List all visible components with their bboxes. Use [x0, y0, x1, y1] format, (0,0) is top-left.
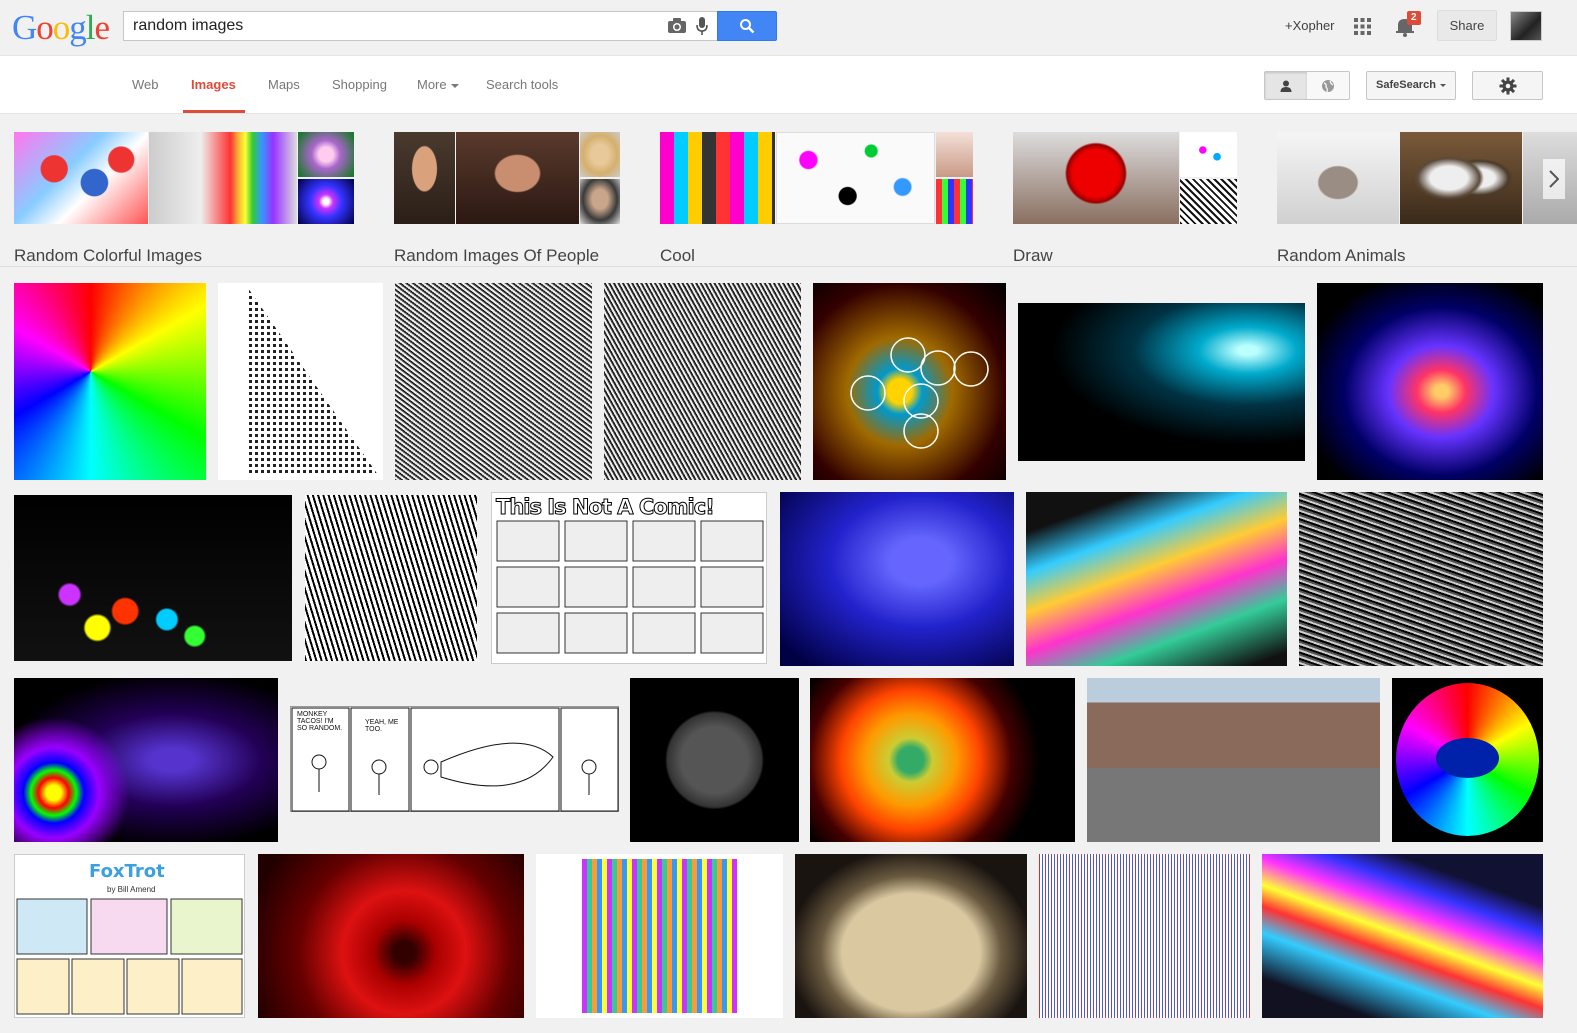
pixel-noise-image	[582, 859, 737, 1013]
image-result[interactable]	[1039, 854, 1250, 1018]
notification-count-badge: 2	[1407, 11, 1421, 25]
microphone-icon[interactable]	[695, 16, 709, 36]
tab-images[interactable]: Images	[191, 77, 236, 92]
logo-letter: o	[52, 8, 70, 47]
image-result[interactable]	[395, 283, 592, 480]
thumbnail	[298, 132, 354, 177]
search-tools-button[interactable]: Search tools	[486, 77, 558, 92]
thumbnail	[1277, 132, 1399, 224]
number-triangle-image	[248, 288, 378, 475]
image-result[interactable]	[14, 283, 206, 480]
camera-icon[interactable]	[667, 17, 687, 34]
image-result[interactable]	[14, 495, 292, 661]
image-result[interactable]	[14, 678, 278, 842]
caret-down-icon	[450, 83, 459, 88]
thumbnail	[776, 132, 935, 224]
tab-web[interactable]: Web	[132, 77, 159, 92]
thumbnail	[456, 132, 579, 224]
image-result[interactable]: MONKEY TACOS! I'M SO RANDOM. YEAH, ME TO…	[290, 706, 619, 812]
orbital-circles-image	[850, 337, 989, 449]
tab-more[interactable]: More	[417, 77, 459, 92]
avatar[interactable]	[1510, 11, 1542, 41]
gear-icon	[1499, 77, 1516, 94]
image-result[interactable]	[780, 492, 1014, 666]
settings-button[interactable]	[1472, 71, 1543, 100]
globe-icon	[1322, 79, 1334, 92]
image-result[interactable]	[1018, 303, 1305, 461]
search-box	[123, 11, 717, 41]
foxtrot-comic-image	[16, 898, 243, 1015]
search-icon	[740, 19, 755, 34]
active-tab-indicator	[183, 110, 245, 113]
person-icon	[1280, 80, 1292, 92]
fractal-circle-image	[1396, 683, 1539, 836]
image-result[interactable]	[305, 495, 477, 661]
safesearch-dropdown[interactable]: SafeSearch	[1366, 71, 1456, 100]
thumbnail	[1013, 132, 1179, 224]
image-result[interactable]: FoxTrot by Bill Amend	[14, 854, 245, 1018]
logo-letter: o	[36, 8, 53, 47]
thumbnail	[936, 132, 973, 177]
thumbnail	[1180, 179, 1237, 224]
thumbnail	[394, 132, 455, 224]
related-search-label: Random Images Of People	[394, 246, 600, 265]
foxtrot-byline: by Bill Amend	[107, 885, 156, 894]
thumbnail	[298, 179, 354, 224]
image-result[interactable]	[1026, 492, 1287, 666]
user-name-link[interactable]: +Xopher	[1285, 18, 1335, 33]
image-result[interactable]	[1262, 854, 1543, 1018]
image-result[interactable]	[1392, 678, 1543, 842]
apps-grid-icon[interactable]	[1354, 18, 1371, 35]
thumbnail	[1400, 132, 1522, 224]
tab-more-label: More	[417, 77, 447, 92]
image-result[interactable]	[630, 678, 799, 842]
tab-shopping[interactable]: Shopping	[332, 77, 387, 92]
image-result[interactable]	[604, 283, 801, 480]
image-result[interactable]	[536, 854, 783, 1018]
image-result[interactable]	[1317, 283, 1543, 480]
image-result[interactable]	[218, 283, 383, 480]
search-button[interactable]	[717, 11, 777, 41]
image-result[interactable]	[795, 854, 1027, 1018]
personal-results-button[interactable]	[1265, 72, 1307, 99]
google-logo[interactable]: Google	[12, 8, 111, 48]
thumbnail	[936, 179, 973, 224]
related-search-label: Random Colorful Images	[14, 246, 203, 265]
related-search-label: Cool	[660, 246, 695, 265]
tab-maps[interactable]: Maps	[268, 77, 300, 92]
thumbnail	[149, 132, 297, 224]
logo-letter: e	[94, 8, 111, 47]
personal-results-toggle[interactable]	[1264, 71, 1350, 100]
related-search-label: Draw	[1013, 246, 1053, 265]
image-result[interactable]: This Is Not A Comic!	[491, 492, 767, 664]
share-button[interactable]: Share	[1437, 10, 1497, 41]
safesearch-label: SafeSearch	[1376, 79, 1436, 91]
caret-down-icon	[1439, 83, 1446, 87]
chevron-right-icon	[1549, 170, 1559, 188]
related-search-label: Random Animals	[1277, 246, 1406, 265]
global-results-button[interactable]	[1307, 72, 1349, 99]
comic-panels-image	[496, 520, 764, 654]
xkcd-comic-image	[291, 707, 619, 812]
image-result[interactable]	[258, 854, 524, 1018]
foxtrot-title: FoxTrot	[89, 861, 165, 882]
logo-letter: l	[85, 8, 96, 47]
thumbnail	[580, 132, 620, 177]
image-result[interactable]	[1299, 492, 1543, 666]
thumbnail	[660, 132, 775, 224]
next-related-arrow[interactable]	[1543, 159, 1565, 199]
thumbnail	[1180, 132, 1237, 177]
comic-title: This Is Not A Comic!	[496, 495, 716, 520]
image-result[interactable]	[810, 678, 1075, 842]
logo-letter: g	[69, 8, 86, 47]
top-bar: Google +Xopher 2 Share	[0, 0, 1577, 56]
related-searches-strip: Random Colorful Images Random Images Of …	[0, 115, 1577, 267]
image-result[interactable]	[1087, 678, 1380, 842]
fractal-center	[1436, 738, 1499, 778]
search-input[interactable]	[124, 12, 644, 40]
logo-letter: G	[12, 8, 37, 47]
thumbnail	[580, 179, 620, 224]
image-result[interactable]	[813, 283, 1006, 480]
thumbnail	[14, 132, 148, 224]
